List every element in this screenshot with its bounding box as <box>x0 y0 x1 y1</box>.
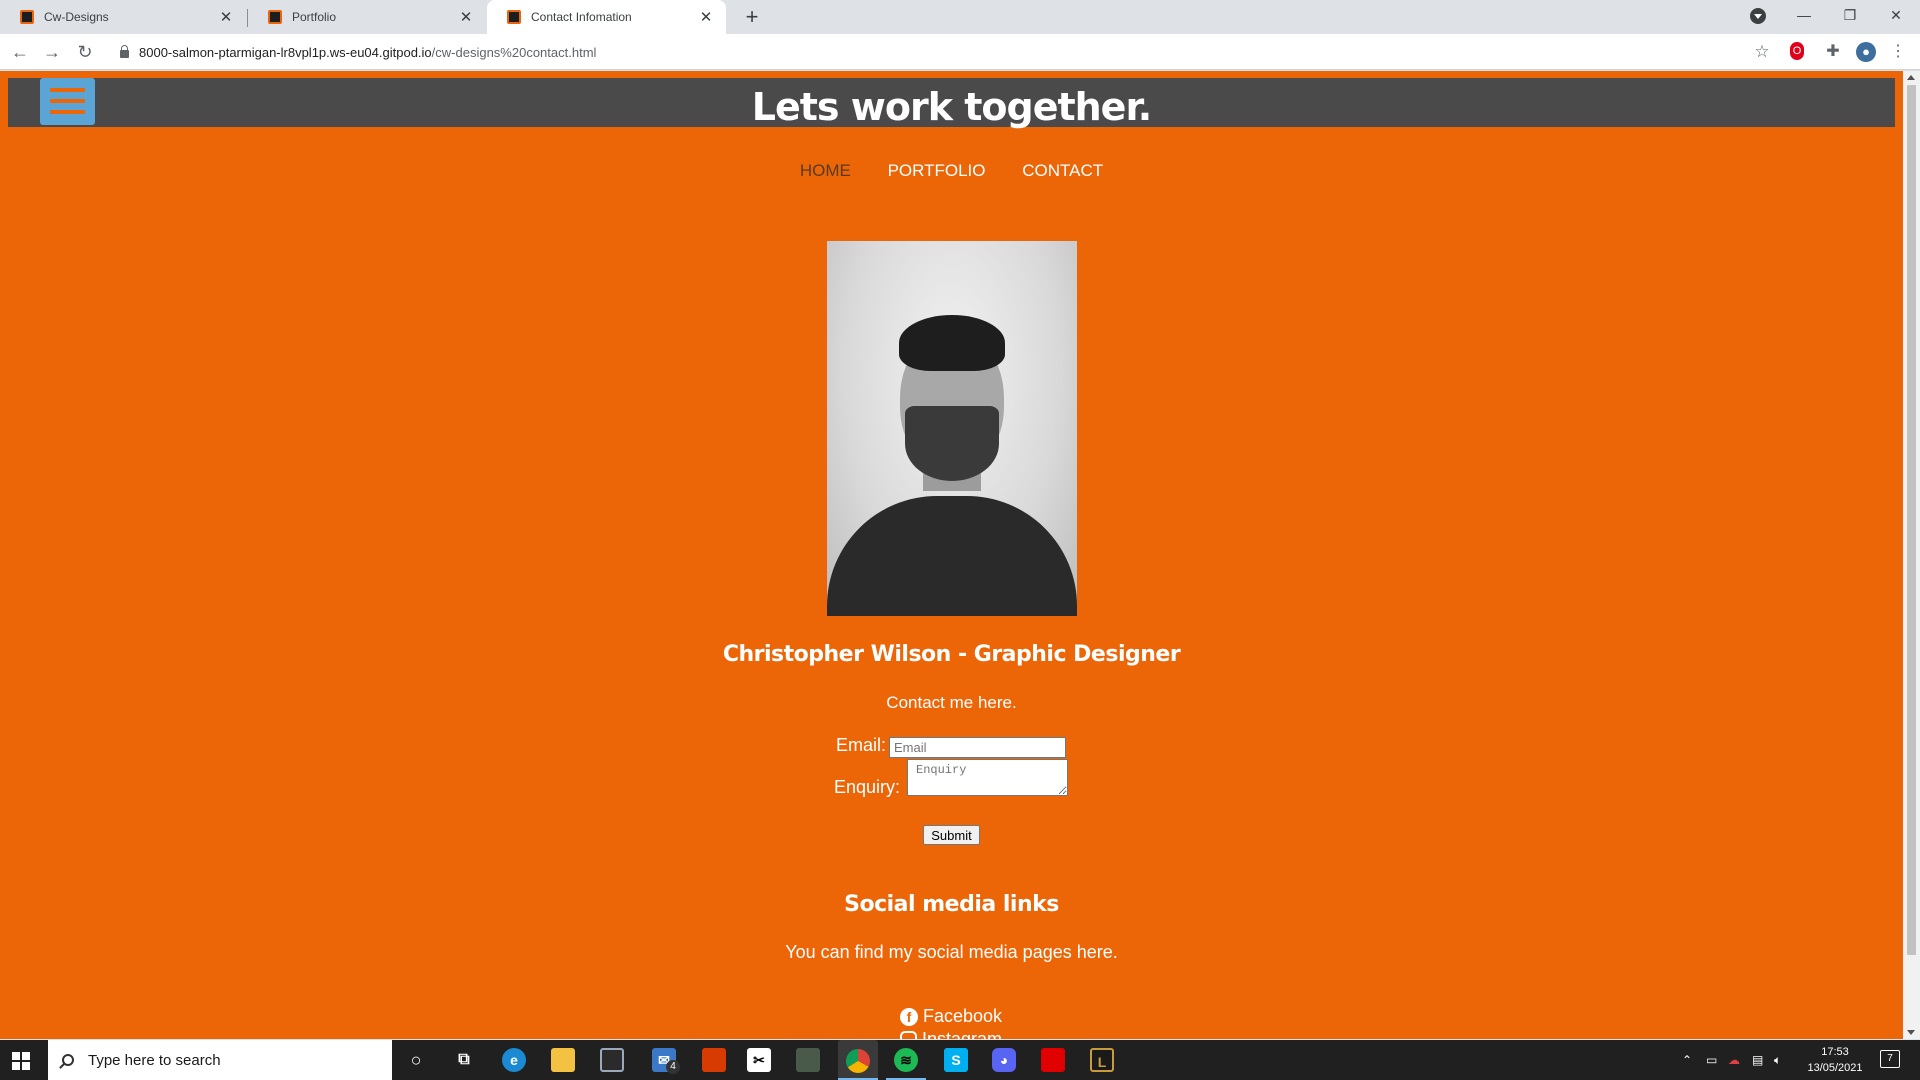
system-clock[interactable]: 17:53 13/05/2021 <box>1800 1044 1870 1076</box>
tab-title: Cw-Designs <box>44 10 109 24</box>
enquiry-textarea[interactable] <box>907 759 1068 796</box>
spotify-icon[interactable]: ≋ <box>894 1048 918 1072</box>
profile-photo <box>827 241 1077 616</box>
edge-browser-icon[interactable]: e <box>502 1048 526 1072</box>
reload-icon[interactable]: ↻ <box>73 40 97 64</box>
instagram-icon <box>900 1031 917 1039</box>
tab-title: Contact Infomation <box>531 10 632 24</box>
page-scrollbar[interactable] <box>1903 71 1920 1039</box>
email-field[interactable] <box>889 737 1066 758</box>
profile-avatar-icon[interactable]: ● <box>1856 42 1876 62</box>
capture-tool-icon[interactable]: ✂ <box>747 1048 771 1072</box>
nav-link-portfolio[interactable]: PORTFOLIO <box>888 161 986 181</box>
windows-start-icon[interactable] <box>12 1052 30 1070</box>
device-icon[interactable]: ▭ <box>1706 1040 1717 1080</box>
skype-icon[interactable]: S <box>944 1048 968 1072</box>
back-arrow-icon[interactable]: ← <box>8 40 32 64</box>
url-text: 8000-salmon-ptarmigan-lr8vpl1p.ws-eu04.g… <box>139 45 596 60</box>
browser-menu-icon[interactable]: ⋮ <box>1888 42 1908 62</box>
search-icon <box>62 1054 74 1066</box>
taskbar-search-box[interactable]: Type here to search <box>48 1040 392 1080</box>
browser-toolbar: ← → ↻ 8000-salmon-ptarmigan-lr8vpl1p.ws-… <box>0 34 1920 70</box>
chrome-icon[interactable] <box>838 1040 878 1080</box>
scrollbar-thumb[interactable] <box>1907 85 1916 955</box>
site-favicon-icon <box>507 10 521 24</box>
address-bar[interactable]: 8000-salmon-ptarmigan-lr8vpl1p.ws-eu04.g… <box>110 39 1790 65</box>
instagram-link-label: Instagram <box>922 1029 1003 1039</box>
facebook-link[interactable]: f Facebook <box>900 1006 1002 1027</box>
office-icon[interactable] <box>702 1048 726 1072</box>
facebook-link-label: Facebook <box>923 1006 1003 1026</box>
tab-search-icon[interactable] <box>1750 8 1766 24</box>
scroll-up-arrow-icon[interactable] <box>1907 75 1915 80</box>
lock-icon <box>120 45 129 58</box>
social-media-heading: Social media links <box>844 892 1059 917</box>
clock-time: 17:53 <box>1821 1046 1849 1058</box>
onedrive-icon[interactable]: ☁ <box>1728 1040 1740 1080</box>
extensions-puzzle-icon[interactable]: ✚ <box>1823 42 1843 62</box>
scroll-down-arrow-icon[interactable] <box>1907 1030 1915 1035</box>
adobe-reader-icon[interactable] <box>1041 1048 1065 1072</box>
app-icon[interactable] <box>796 1048 820 1072</box>
network-icon[interactable]: ▤ <box>1752 1040 1763 1080</box>
discord-icon[interactable]: ◕ <box>992 1048 1016 1072</box>
main-nav: HOME PORTFOLIO CONTACT <box>0 161 1903 181</box>
tab-title: Portfolio <box>292 10 337 24</box>
contact-intro-text: Contact me here. <box>886 693 1017 712</box>
browser-tab-strip: Cw-Designs ✕ Portfolio ✕ Contact Infomat… <box>0 0 1920 34</box>
designer-name-heading: Christopher Wilson - Graphic Designer <box>722 642 1181 667</box>
photo-shirt <box>827 496 1077 616</box>
league-client-icon[interactable]: L <box>1090 1048 1114 1072</box>
submit-button[interactable]: Submit <box>923 825 980 845</box>
task-view-icon[interactable]: ⧉ <box>452 1048 476 1072</box>
close-tab-icon[interactable]: ✕ <box>458 8 474 26</box>
photo-hair <box>899 315 1005 371</box>
minimize-button[interactable]: — <box>1782 0 1826 30</box>
url-path: /cw-designs%20contact.html <box>431 44 597 60</box>
site-header: Lets work together. <box>8 78 1895 129</box>
new-tab-button[interactable]: + <box>738 4 766 30</box>
bookmark-star-icon[interactable]: ☆ <box>1752 42 1772 62</box>
nav-link-contact[interactable]: CONTACT <box>1022 161 1103 181</box>
store-icon[interactable] <box>600 1048 624 1072</box>
nav-link-home[interactable]: HOME <box>800 161 851 181</box>
header-title: Lets work together. <box>751 85 1152 129</box>
windows-taskbar: Type here to search ○ ⧉ e ✉ 4 ✂ ≋ S ◕ L … <box>0 1040 1920 1080</box>
site-favicon-icon <box>20 10 34 24</box>
restore-button[interactable]: ❐ <box>1828 0 1872 30</box>
cortana-icon[interactable]: ○ <box>404 1048 428 1072</box>
page-viewport: Lets work together. HOME PORTFOLIO CONTA… <box>0 71 1920 1039</box>
volume-icon[interactable]: 🔈︎ <box>1774 1040 1781 1080</box>
url-host: 8000-salmon-ptarmigan-lr8vpl1p.ws-eu04.g… <box>139 44 432 60</box>
enquiry-label: Enquiry: <box>834 777 901 797</box>
file-explorer-icon[interactable] <box>551 1048 575 1072</box>
notification-center-icon[interactable]: 7 <box>1880 1050 1900 1068</box>
tab-cw-designs[interactable]: Cw-Designs ✕ <box>0 0 246 34</box>
forward-arrow-icon[interactable]: → <box>40 40 64 64</box>
site-favicon-icon <box>268 10 282 24</box>
clock-date: 13/05/2021 <box>1807 1062 1863 1074</box>
instagram-link[interactable]: Instagram <box>900 1029 1002 1039</box>
opera-extension-icon[interactable]: O <box>1790 42 1804 60</box>
close-tab-icon[interactable]: ✕ <box>218 8 234 26</box>
close-tab-icon[interactable]: ✕ <box>698 8 714 26</box>
photo-beard <box>905 406 999 481</box>
facebook-icon: f <box>900 1007 918 1026</box>
close-window-button[interactable]: ✕ <box>1874 0 1918 30</box>
mail-badge: 4 <box>666 1060 680 1074</box>
show-hidden-icons-chevron-icon[interactable]: ⌃ <box>1682 1040 1692 1080</box>
email-label: Email: <box>836 735 887 755</box>
tab-portfolio[interactable]: Portfolio ✕ <box>248 0 486 34</box>
taskbar-search-placeholder: Type here to search <box>88 1051 221 1069</box>
social-media-intro: You can find my social media pages here. <box>785 942 1118 962</box>
tab-contact-information[interactable]: Contact Infomation ✕ <box>487 0 726 34</box>
